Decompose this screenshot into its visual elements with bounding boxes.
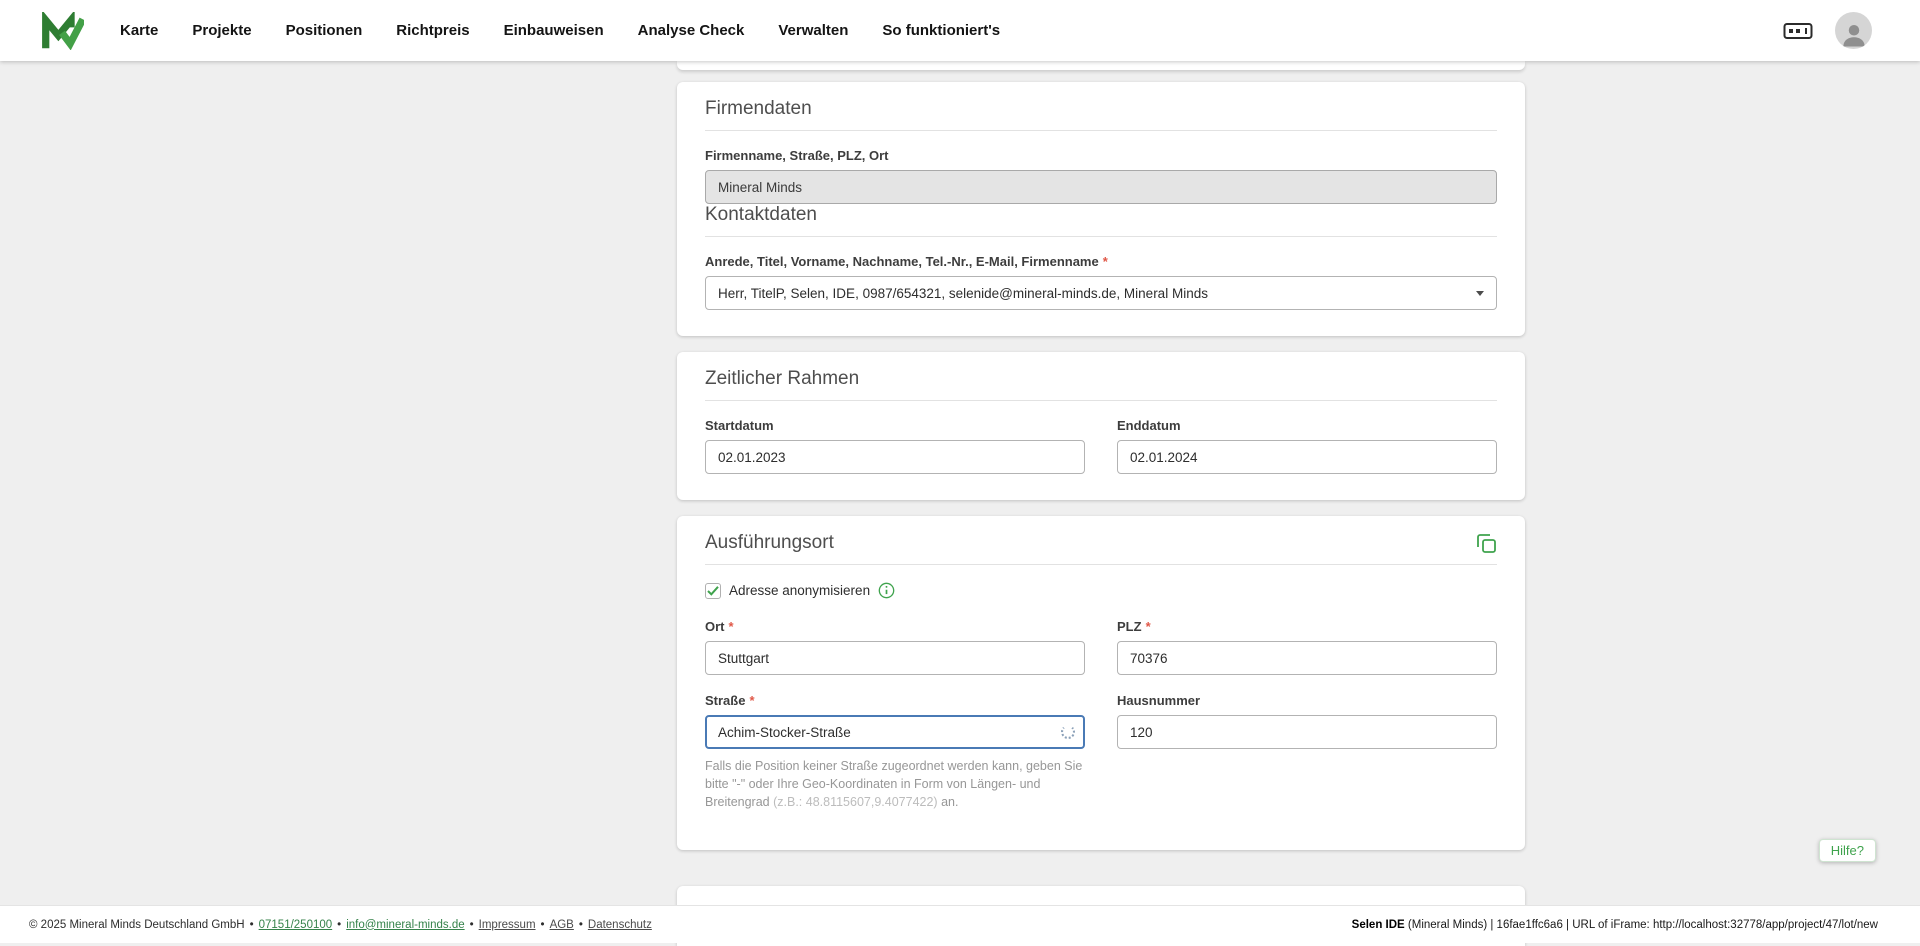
hausnummer-label: Hausnummer: [1117, 693, 1201, 708]
nav-item-positionen[interactable]: Positionen: [286, 22, 363, 39]
nav-item-so-funktionierts[interactable]: So funktioniert's: [882, 22, 1000, 39]
startdatum-label: Startdatum: [705, 418, 774, 433]
contact-select[interactable]: Herr, TitelP, Selen, IDE, 0987/654321, s…: [705, 276, 1497, 310]
main-navigation: Karte Projekte Positionen Richtpreis Ein…: [120, 22, 1000, 39]
anonymize-row: Adresse anonymisieren: [705, 582, 1497, 599]
person-icon: [1842, 25, 1865, 47]
nav-item-einbauweisen[interactable]: Einbauweisen: [504, 22, 604, 39]
chevron-down-icon: [1476, 290, 1484, 296]
ausfuehrungsort-title: Ausführungsort: [705, 532, 834, 553]
server-icon[interactable]: [1783, 20, 1813, 42]
card-firmendaten: Firmendaten Firmenname, Straße, PLZ, Ort…: [677, 82, 1525, 336]
nav-item-karte[interactable]: Karte: [120, 22, 158, 39]
hausnummer-field: Hausnummer: [1117, 693, 1497, 824]
contact-label-text: Anrede, Titel, Vorname, Nachname, Tel.-N…: [705, 254, 1099, 269]
hausnummer-input[interactable]: [1117, 715, 1497, 749]
plz-label-text: PLZ: [1117, 619, 1142, 634]
plz-field: PLZ *: [1117, 619, 1497, 675]
hint-example: (z.B.: 48.8115607,9.4077422): [773, 795, 938, 810]
session-details: (Mineral Minds) | 16fae1ffc6a6 | URL of …: [1404, 918, 1878, 931]
card-partial-top: [677, 61, 1525, 70]
top-navbar: Karte Projekte Positionen Richtpreis Ein…: [0, 0, 1920, 61]
plz-label: PLZ *: [1117, 619, 1497, 634]
strasse-label-text: Straße: [705, 693, 746, 708]
company-label: Firmenname, Straße, PLZ, Ort: [705, 148, 1497, 163]
ort-field: Ort *: [705, 619, 1085, 675]
enddatum-label: Enddatum: [1117, 418, 1181, 433]
nav-item-verwalten[interactable]: Verwalten: [778, 22, 848, 39]
hint-suffix: an.: [937, 795, 959, 810]
footer-email-link[interactable]: info@mineral-minds.de: [346, 919, 464, 931]
startdatum-input[interactable]: [705, 440, 1085, 474]
separator-dot: •: [540, 918, 545, 931]
logo-icon: [40, 11, 84, 50]
required-asterisk: *: [1145, 619, 1151, 634]
required-asterisk: *: [749, 693, 755, 708]
contact-select-value: Herr, TitelP, Selen, IDE, 0987/654321, s…: [718, 285, 1208, 301]
checkmark-icon: [707, 585, 719, 596]
loading-spinner-icon: [1061, 725, 1075, 739]
footer-links: © 2025 Mineral Minds Deutschland GmbH • …: [29, 919, 652, 931]
navbar-right-section: [1783, 12, 1872, 49]
user-avatar[interactable]: [1835, 12, 1872, 49]
info-icon[interactable]: [878, 582, 895, 599]
separator-dot: •: [249, 918, 254, 931]
form-content-column: Firmendaten Firmenname, Straße, PLZ, Ort…: [677, 61, 1525, 946]
divider: [705, 400, 1497, 401]
enddatum-input[interactable]: [1117, 440, 1497, 474]
footer-session-info: Selen IDE (Mineral Minds) | 16fae1ffc6a6…: [1352, 919, 1878, 931]
separator-dot: •: [337, 918, 342, 931]
nav-item-richtpreis[interactable]: Richtpreis: [396, 22, 469, 39]
ort-label-text: Ort: [705, 619, 725, 634]
nav-item-projekte[interactable]: Projekte: [192, 22, 251, 39]
strasse-label: Straße *: [705, 693, 1085, 708]
footer-phone-link[interactable]: 07151/250100: [259, 919, 333, 931]
footer-agb-link[interactable]: AGB: [550, 919, 574, 931]
separator-dot: •: [578, 918, 583, 931]
mineral-minds-logo[interactable]: [40, 11, 84, 50]
copyright-text: © 2025 Mineral Minds Deutschland GmbH: [29, 918, 245, 931]
card-ausfuehrungsort: Ausführungsort Adresse anonymisieren Ort…: [677, 516, 1525, 850]
divider: [705, 564, 1497, 565]
required-asterisk: *: [728, 619, 734, 634]
separator-dot: •: [469, 918, 474, 931]
nav-item-analyse-check[interactable]: Analyse Check: [638, 22, 745, 39]
strasse-field: Straße* Falls die Position keiner Straße…: [705, 693, 1085, 824]
anonymize-label[interactable]: Adresse anonymisieren: [729, 583, 870, 598]
help-button[interactable]: Hilfe?: [1818, 839, 1876, 862]
enddatum-field: Enddatum: [1117, 418, 1497, 474]
strasse-hint: Falls die Position keiner Straße zugeord…: [705, 757, 1085, 811]
anonymize-checkbox[interactable]: [705, 582, 721, 599]
strasse-input[interactable]: [705, 715, 1085, 749]
firmendaten-title: Firmendaten: [705, 98, 812, 119]
page-footer: © 2025 Mineral Minds Deutschland GmbH • …: [0, 905, 1920, 943]
footer-impressum-link[interactable]: Impressum: [479, 919, 536, 931]
copy-icon[interactable]: [1476, 533, 1497, 554]
startdatum-field: Startdatum: [705, 418, 1085, 474]
company-label-text: Firmenname, Straße, PLZ, Ort: [705, 148, 889, 163]
zeitraum-title: Zeitlicher Rahmen: [705, 368, 860, 389]
required-asterisk: *: [1102, 254, 1108, 269]
session-app-name: Selen IDE: [1351, 918, 1405, 931]
footer-datenschutz-link[interactable]: Datenschutz: [588, 919, 652, 931]
plz-input[interactable]: [1117, 641, 1497, 675]
card-zeitlicher-rahmen: Zeitlicher Rahmen Startdatum Enddatum: [677, 352, 1525, 500]
divider: [705, 236, 1497, 237]
contact-label: Anrede, Titel, Vorname, Nachname, Tel.-N…: [705, 254, 1497, 269]
kontaktdaten-title: Kontaktdaten: [705, 204, 817, 225]
ort-label: Ort *: [705, 619, 1085, 634]
company-input: [705, 170, 1497, 204]
ort-input[interactable]: [705, 641, 1085, 675]
divider: [705, 130, 1497, 131]
